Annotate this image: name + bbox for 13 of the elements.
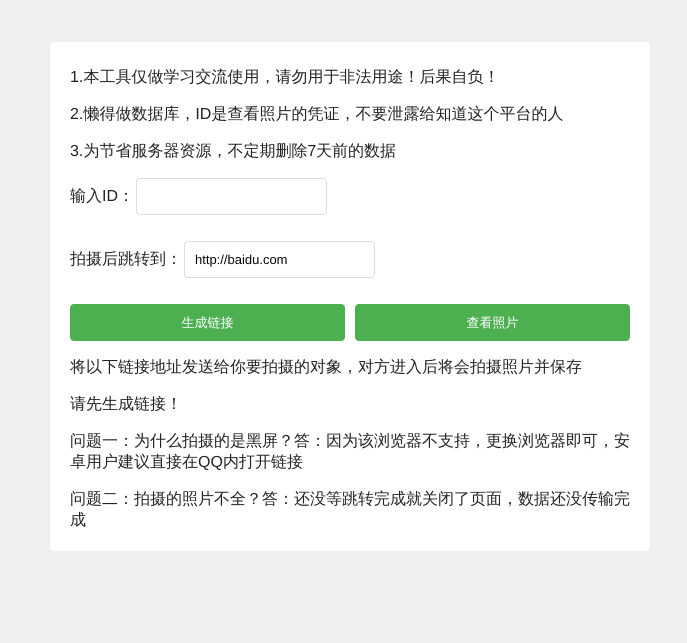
notice-text: 2.懒得做数据库，ID是查看照片的凭证，不要泄露给知道这个平台的人: [70, 104, 564, 125]
info-text: 问题二：拍摄的照片不全？答：还没等跳转完成就关闭了页面，数据还没传输完成: [70, 490, 630, 531]
field-label: 输入ID：: [70, 186, 134, 206]
input-field[interactable]: [136, 178, 327, 215]
info-text: 请先生成链接！: [70, 394, 183, 415]
info-text: 将以下链接地址发送给你要拍摄的对象，对方进入后将会拍摄照片并保存: [70, 358, 583, 378]
field-label: 拍摄后跳转到：: [70, 250, 182, 270]
action-button[interactable]: 查看照片: [355, 304, 630, 341]
action-button[interactable]: 生成链接: [70, 304, 345, 341]
info-text: 问题一：为什么拍摄的是黑屏？答：因为该浏览器不支持，更换浏览器即可，安卓用户建议直接在QQ内打开链接: [70, 432, 630, 473]
notice-text: 1.本工具仅做学习交流使用，请勿用于非法用途！后果自负！: [70, 68, 500, 88]
notice-text: 3.为节省服务器资源，不定期删除7天前的数据: [70, 142, 398, 162]
input-field[interactable]: http://baidu.com: [184, 241, 375, 278]
